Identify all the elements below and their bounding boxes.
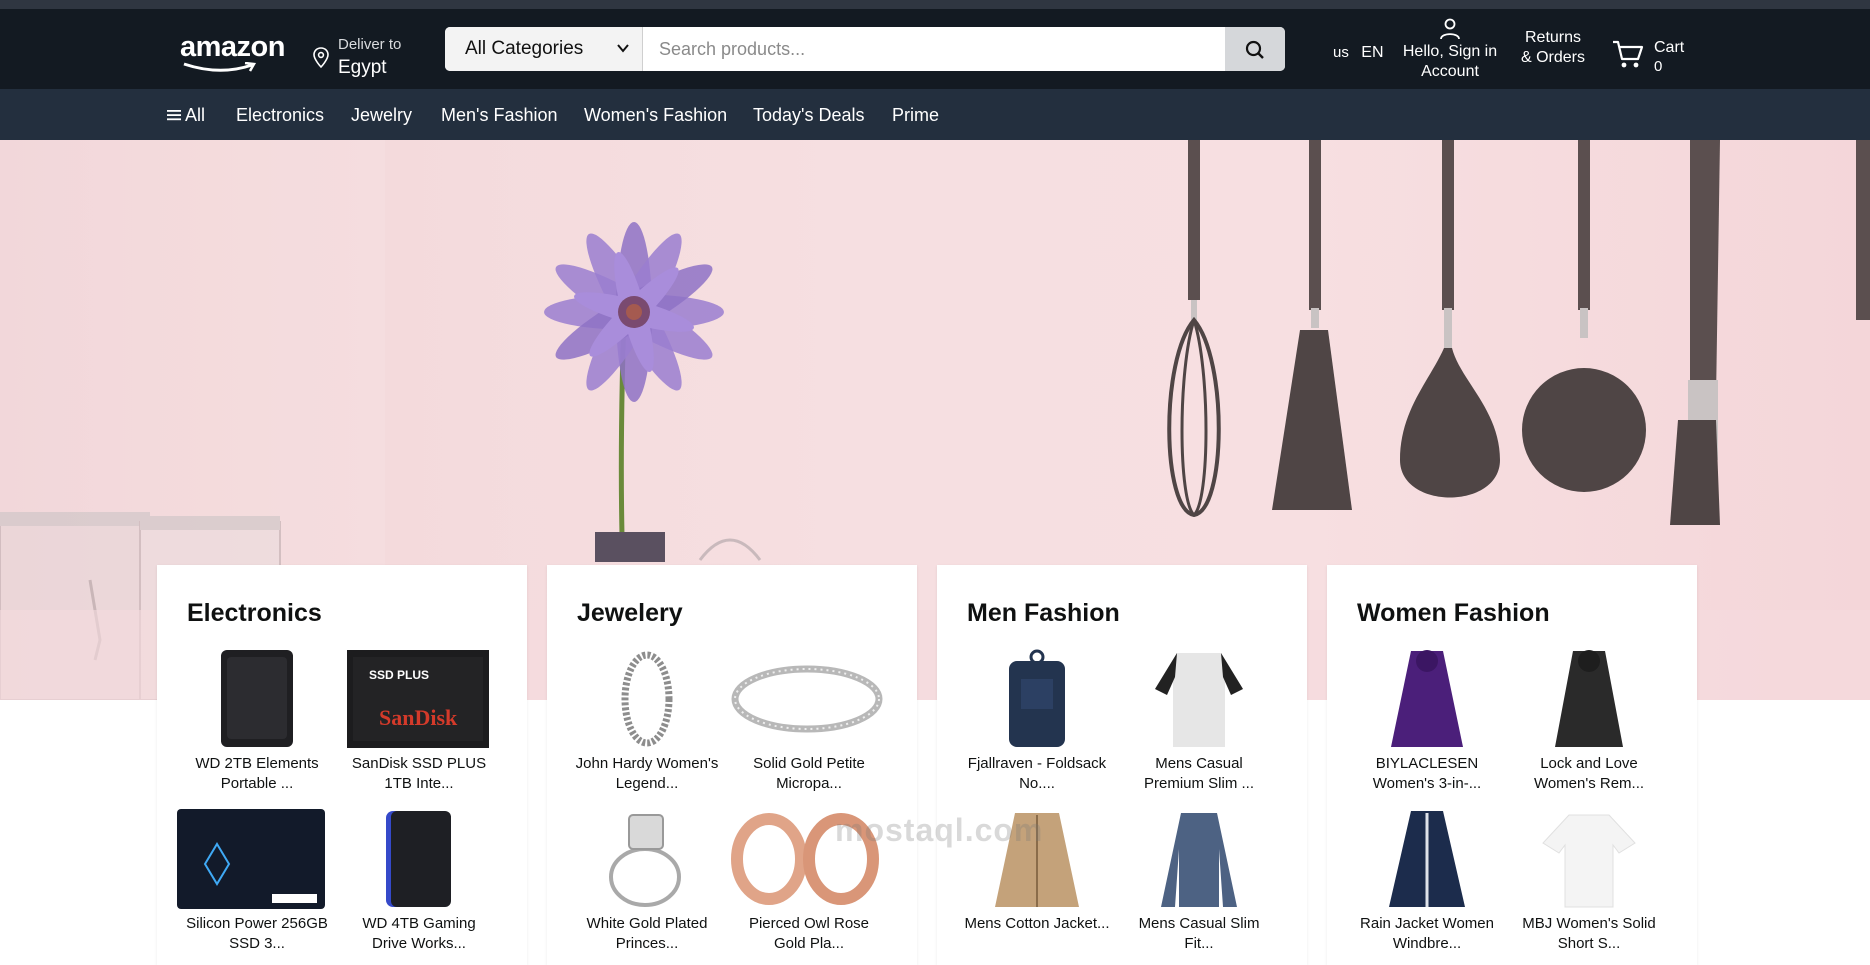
- card-title: Electronics: [187, 599, 322, 627]
- product-title: WD 2TB Elements Portable ...: [195, 755, 319, 792]
- nav-item-jewelry[interactable]: Jewelry: [351, 105, 412, 126]
- product-image: [1119, 649, 1279, 749]
- kitchen-utensils-image: [1167, 140, 1870, 525]
- product-image: [1509, 649, 1669, 749]
- product-title: Mens Cotton Jacket...: [964, 915, 1110, 932]
- language-code: EN: [1361, 44, 1384, 61]
- nav-item-todays-deals[interactable]: Today's Deals: [753, 105, 865, 126]
- product-title: Rain Jacket Women Windbre...: [1360, 915, 1494, 952]
- product-image: [339, 809, 499, 909]
- product-title: MBJ Women's Solid Short S...: [1522, 915, 1656, 952]
- product-tile[interactable]: WD 2TB Elements Portable ...: [177, 649, 337, 794]
- product-tile[interactable]: Fjallraven - Foldsack No....: [957, 649, 1117, 794]
- logo-smile-icon: [183, 62, 257, 72]
- card-title: Men Fashion: [967, 599, 1120, 627]
- category-card-jewelery: Jewelery John Hardy Women's Legend... Sol…: [547, 565, 917, 965]
- product-title: WD 4TB Gaming Drive Works...: [362, 915, 476, 952]
- product-image: [567, 809, 727, 909]
- product-title: Silicon Power 256GB SSD 3...: [186, 915, 328, 952]
- chevron-down-icon: [617, 44, 629, 53]
- logo-text: amazon: [180, 31, 285, 63]
- returns-orders[interactable]: Returns & Orders: [1515, 28, 1591, 68]
- card-title: Jewelery: [577, 599, 683, 627]
- product-tile[interactable]: Mens Casual Premium Slim ...: [1119, 649, 1279, 794]
- product-tile[interactable]: MBJ Women's Solid Short S...: [1509, 809, 1669, 954]
- nav-item-electronics[interactable]: Electronics: [236, 105, 324, 126]
- product-tile[interactable]: Mens Casual Slim Fit...: [1119, 809, 1279, 954]
- product-title: John Hardy Women's Legend...: [575, 755, 719, 792]
- amazon-logo[interactable]: amazon: [180, 31, 285, 75]
- product-tile[interactable]: Lock and Love Women's Rem...: [1509, 649, 1669, 794]
- deliver-label: Deliver to: [338, 36, 402, 53]
- search-input[interactable]: [643, 27, 1220, 71]
- product-title: Fjallraven - Foldsack No....: [967, 755, 1107, 792]
- product-image: [1347, 809, 1507, 909]
- search-icon: [1245, 40, 1264, 59]
- product-image: [1119, 809, 1279, 909]
- nav-item-womens-fashion[interactable]: Women's Fashion: [584, 105, 727, 126]
- cart-button[interactable]: Cart 0: [1612, 29, 1692, 79]
- search-bar: All Categories: [445, 27, 1285, 71]
- purple-flower-image: [544, 222, 762, 562]
- product-title: Mens Casual Premium Slim ...: [1143, 755, 1254, 792]
- product-title: Lock and Love Women's Rem...: [1533, 755, 1645, 792]
- product-image: SSD PLUS SanDisk: [339, 649, 499, 749]
- product-tile[interactable]: Silicon Power 256GB SSD 3...: [177, 809, 337, 954]
- orders-label: & Orders: [1520, 49, 1585, 66]
- product-tile[interactable]: Solid Gold Petite Micropa...: [729, 649, 889, 794]
- card-title: Women Fashion: [1357, 599, 1550, 627]
- product-tile[interactable]: SSD PLUS SanDisk SanDisk SSD PLUS 1TB Inte…: [339, 649, 499, 794]
- cart-count: 0: [1654, 58, 1663, 75]
- product-image: [567, 649, 727, 749]
- deliver-location: Egypt: [338, 57, 387, 78]
- svg-text:SSD PLUS: SSD PLUS: [369, 668, 429, 682]
- language-selector[interactable]: us EN: [1333, 44, 1384, 62]
- account-menu[interactable]: Hello, Sign in Account: [1395, 17, 1505, 81]
- category-card-electronics: Electronics WD 2TB Elements Portable ... …: [157, 565, 527, 965]
- svg-text:SanDisk: SanDisk: [379, 705, 458, 730]
- product-image: [729, 649, 889, 749]
- product-title: Pierced Owl Rose Gold Pla...: [748, 915, 870, 952]
- returns-label: Returns: [1524, 29, 1582, 46]
- product-title: SanDisk SSD PLUS 1TB Inte...: [351, 755, 487, 792]
- product-title: Mens Casual Slim Fit...: [1138, 915, 1260, 952]
- product-image: [957, 649, 1117, 749]
- product-title: White Gold Plated Princes...: [586, 915, 708, 952]
- product-image: [1509, 809, 1669, 909]
- account-greeting: Hello, Sign in: [1402, 43, 1498, 60]
- top-strip: [0, 0, 1870, 9]
- header: amazon Deliver to Egypt All Categories S…: [0, 9, 1870, 89]
- product-tile[interactable]: White Gold Plated Princes...: [567, 809, 727, 954]
- product-tile[interactable]: Rain Jacket Women Windbre...: [1347, 809, 1507, 954]
- nav-all-label: All: [185, 105, 206, 125]
- cart-label: Cart: [1654, 39, 1685, 56]
- hamburger-icon: [167, 109, 181, 120]
- search-button[interactable]: [1225, 27, 1285, 71]
- product-tile[interactable]: WD 4TB Gaming Drive Works...: [339, 809, 499, 954]
- category-card-women-fashion: Women Fashion BIYLACLESEN Women's 3-in-..…: [1327, 565, 1697, 965]
- nav-item-prime[interactable]: Prime: [892, 105, 939, 126]
- nav-item-all[interactable]: All: [167, 105, 205, 126]
- flag-icon: us: [1333, 44, 1349, 61]
- cart-icon: [1613, 40, 1644, 68]
- product-image: [177, 649, 337, 749]
- product-tile[interactable]: BIYLACLESEN Women's 3-in-...: [1347, 649, 1507, 794]
- product-image: [1347, 649, 1507, 749]
- account-label: Account: [1421, 63, 1479, 80]
- location-pin-icon: [313, 47, 329, 69]
- product-title: Solid Gold Petite Micropa...: [753, 755, 865, 792]
- product-image: [177, 809, 337, 909]
- category-card-men-fashion: Men Fashion Fjallraven - Foldsack No.... …: [937, 565, 1307, 965]
- product-title: BIYLACLESEN Women's 3-in-...: [1372, 755, 1482, 792]
- person-icon: [1440, 18, 1460, 40]
- category-selected-label: All Categories: [465, 38, 584, 59]
- nav-item-mens-fashion[interactable]: Men's Fashion: [441, 105, 558, 126]
- category-nav: All Electronics Jewelry Men's Fashion Wo…: [0, 89, 1870, 140]
- watermark: mostaql.com: [835, 812, 1044, 848]
- product-tile[interactable]: John Hardy Women's Legend...: [567, 649, 727, 794]
- category-select[interactable]: All Categories: [445, 27, 643, 71]
